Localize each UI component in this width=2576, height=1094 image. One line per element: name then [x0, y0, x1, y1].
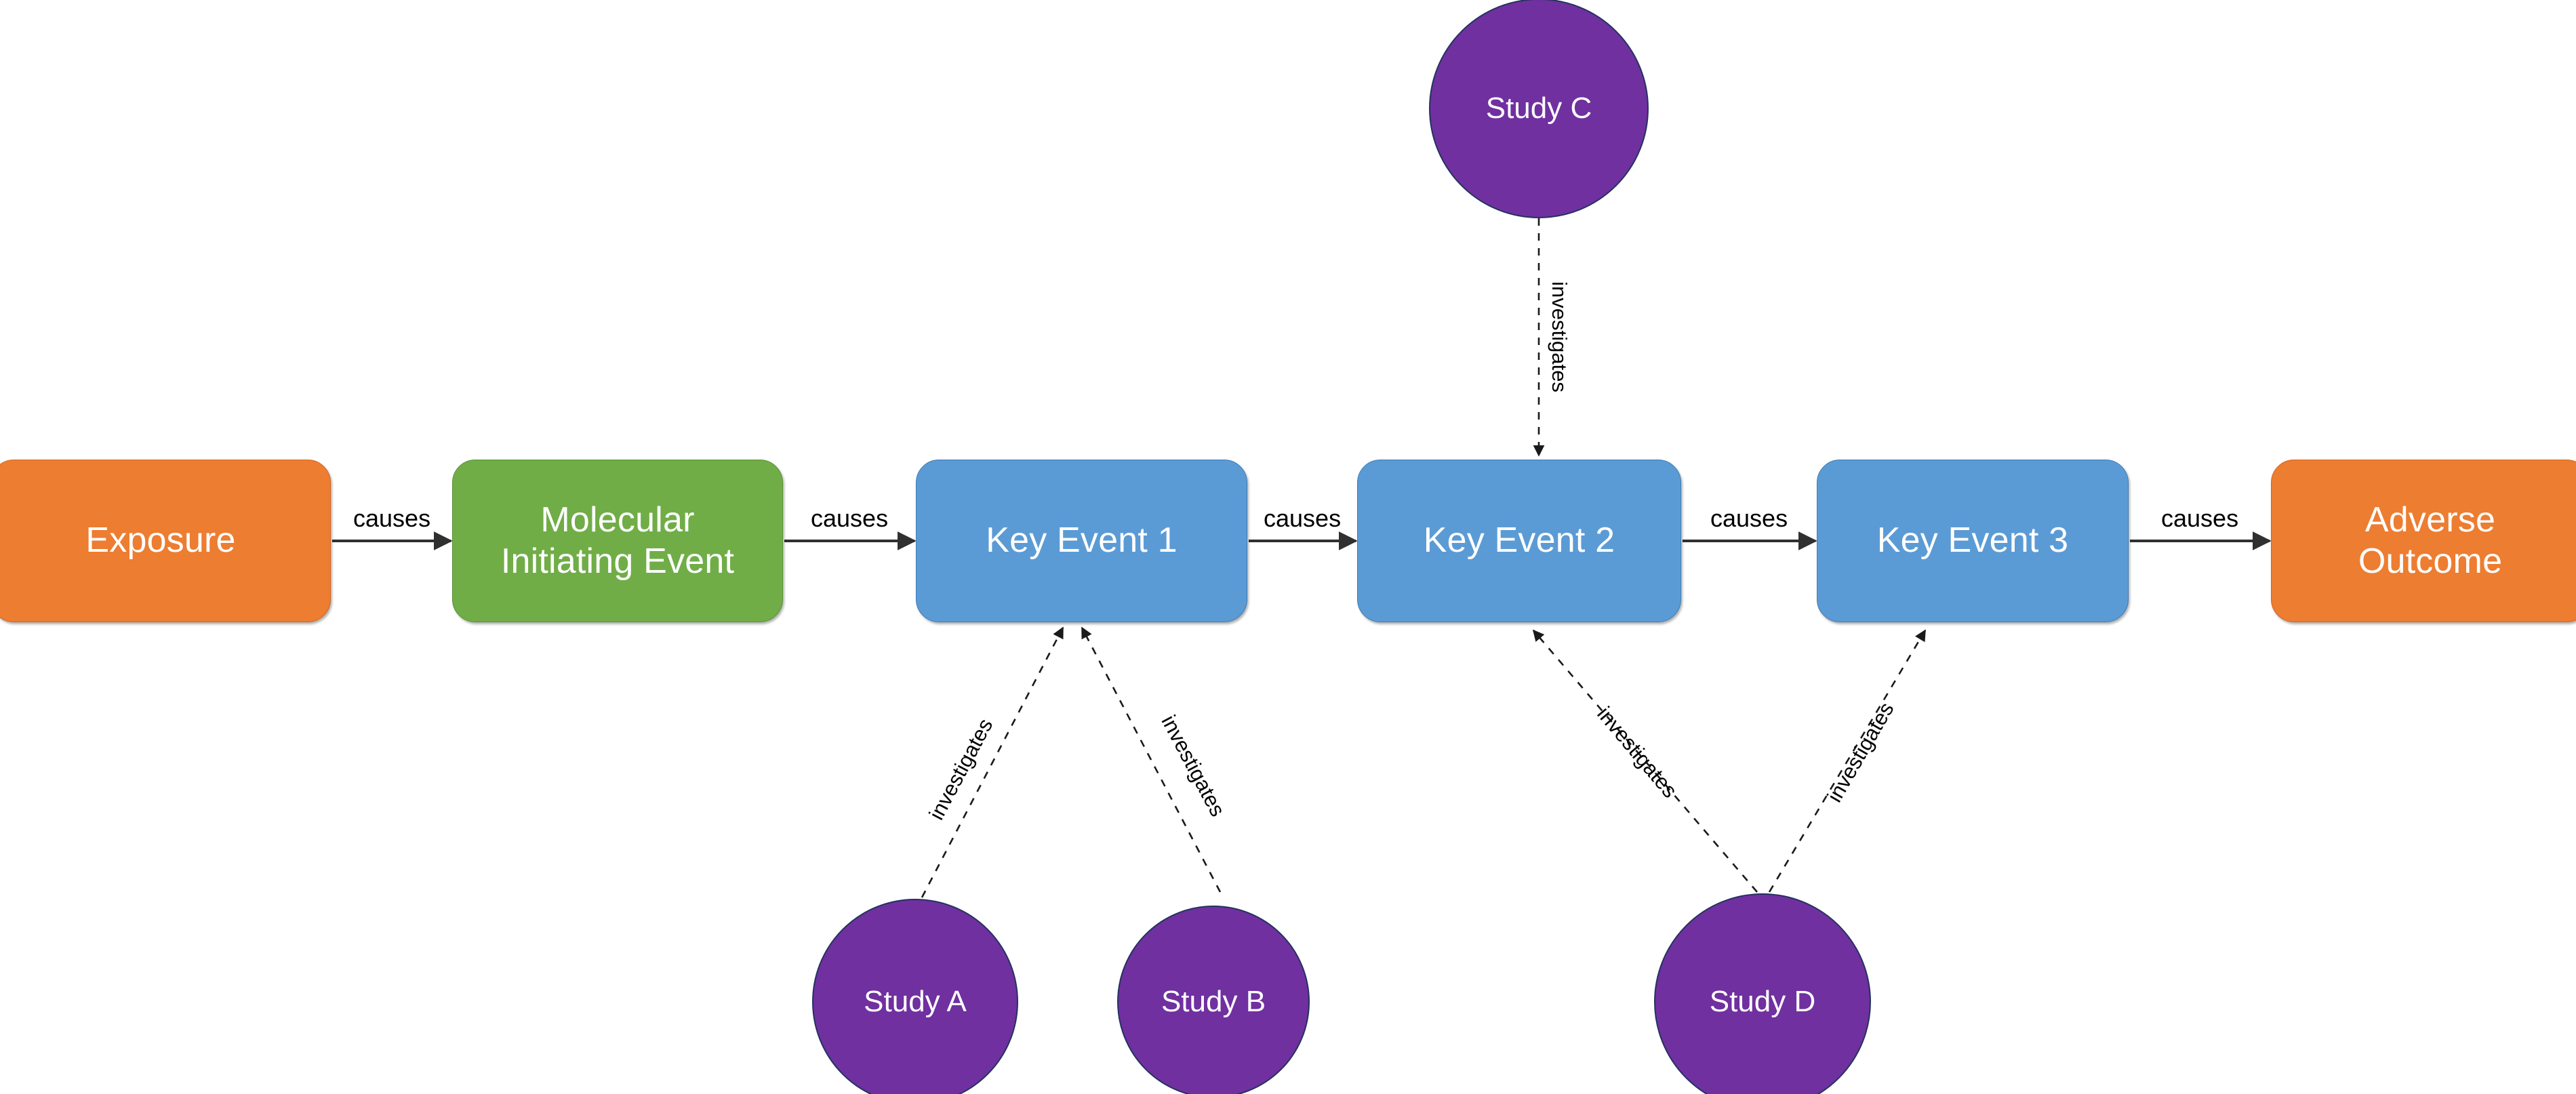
node-study_a[interactable]: Study A — [812, 899, 1018, 1094]
node-label: Exposure — [85, 521, 236, 561]
causal-edge-label-e5: causes — [2161, 504, 2239, 532]
node-mie[interactable]: Molecular Initiating Event — [452, 460, 783, 622]
causal-edge-label-e4: causes — [1710, 504, 1788, 532]
node-study_c[interactable]: Study C — [1429, 0, 1649, 218]
investigates-edge-label-i2: investigates — [1156, 711, 1230, 821]
node-label: Key Event 2 — [1423, 521, 1615, 561]
causal-edge-label-e1: causes — [353, 504, 431, 532]
investigates-edge-label-i4: investigates — [1592, 702, 1683, 803]
investigates-edge-label-i5: investigates — [1822, 698, 1899, 807]
node-ke2[interactable]: Key Event 2 — [1357, 460, 1681, 622]
node-label: Key Event 3 — [1876, 521, 2069, 561]
node-label: Adverse Outcome — [2358, 500, 2503, 581]
investigates-edge-i1 — [921, 626, 1064, 898]
edge-layer — [332, 218, 2272, 898]
investigates-edge-label-i1: investigates — [924, 714, 998, 824]
node-exposure[interactable]: Exposure — [0, 460, 331, 622]
aop-diagram-canvas: Exposure Molecular Initiating Event Key Ev… — [0, 0, 2576, 1094]
node-outcome[interactable]: Adverse Outcome — [2271, 460, 2576, 622]
study-label: Study C — [1485, 92, 1592, 125]
causal-edge-label-e2: causes — [811, 504, 889, 532]
node-study_b[interactable]: Study B — [1117, 906, 1310, 1094]
study-label: Study B — [1161, 985, 1266, 1018]
study-label: Study A — [864, 985, 967, 1018]
causal-edge-label-e3: causes — [1264, 504, 1342, 532]
study-label: Study D — [1709, 985, 1816, 1018]
node-ke3[interactable]: Key Event 3 — [1817, 460, 2129, 622]
node-label: Key Event 1 — [986, 521, 1178, 561]
node-label: Molecular Initiating Event — [500, 500, 735, 581]
node-study_d[interactable]: Study D — [1654, 893, 1871, 1094]
investigates-edge-label-i3: investigates — [1547, 281, 1571, 392]
node-ke1[interactable]: Key Event 1 — [916, 460, 1247, 622]
